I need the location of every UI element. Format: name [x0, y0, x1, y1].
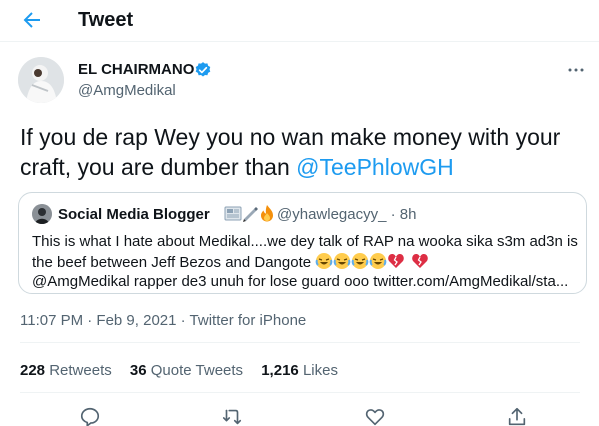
- tweet-body: If you de rap Wey you no wan make money …: [20, 124, 561, 180]
- quoted-author-name: Social Media Blogger: [58, 206, 210, 223]
- likes-stat[interactable]: 1,216 Likes: [261, 362, 338, 379]
- quoted-avatar: [32, 204, 52, 224]
- action-bar: [0, 400, 599, 426]
- tweet-timestamp[interactable]: 11:07 PM · Feb 9, 2021 · Twitter for iPh…: [20, 312, 306, 329]
- tweet-mention-link[interactable]: @TeePhlowGH: [296, 154, 454, 180]
- likes-count: 1,216: [261, 362, 299, 379]
- author-name[interactable]: EL CHAIRMANO: [78, 61, 194, 78]
- like-icon[interactable]: [364, 406, 386, 426]
- retweets-label: Retweets: [49, 362, 112, 379]
- avatar-image: [18, 57, 64, 103]
- author-handle[interactable]: @AmgMedikal: [78, 82, 176, 99]
- laughing-crying-emoji-row-icon: [315, 253, 405, 269]
- quoted-author-handle: @yhawlegacyy_ · 8h: [277, 206, 417, 223]
- quoted-text-line-1: This is what I hate about Medikal....we …: [32, 233, 578, 250]
- retweet-icon[interactable]: [221, 406, 243, 426]
- top-bar: Tweet: [0, 0, 599, 42]
- retweets-stat[interactable]: 228 Retweets: [20, 362, 112, 379]
- fire-emoji-icon: [261, 205, 273, 222]
- tweet-text: If you de rap Wey you no wan make money …: [20, 122, 580, 182]
- author-avatar[interactable]: [18, 57, 64, 103]
- retweets-count: 228: [20, 362, 46, 379]
- quote-tweets-count: 36: [129, 362, 147, 379]
- share-icon[interactable]: [506, 406, 528, 426]
- quote-tweets-label: Quote Tweets: [150, 362, 244, 379]
- divider: [20, 342, 580, 343]
- quoted-text-line-3: @AmgMedikal rapper de3 unuh for lose gua…: [32, 273, 569, 290]
- quoted-text-line-2: the beef between Jeff Bezos and Dangote: [32, 252, 429, 273]
- engagement-stats: 228 Retweets 36 Quote Tweets 1,216 Likes: [20, 362, 352, 379]
- reply-icon[interactable]: [79, 406, 101, 426]
- likes-label: Likes: [302, 362, 338, 379]
- verified-badge-icon: [195, 62, 211, 77]
- more-options-icon[interactable]: [566, 60, 586, 80]
- quoted-text-line-2-text: the beef between Jeff Bezos and Dangote: [32, 254, 312, 271]
- quoted-tweet-card[interactable]: Social Media Blogger @yhawlegacyy_ · 8h …: [18, 192, 587, 294]
- broken-heart-emoji-icon: [412, 254, 429, 268]
- quote-tweets-stat[interactable]: 36 Quote Tweets: [130, 362, 243, 379]
- quoted-avatar-image: [32, 204, 52, 224]
- back-arrow-icon[interactable]: [20, 8, 44, 32]
- page-title: Tweet: [78, 9, 134, 31]
- divider: [20, 392, 580, 393]
